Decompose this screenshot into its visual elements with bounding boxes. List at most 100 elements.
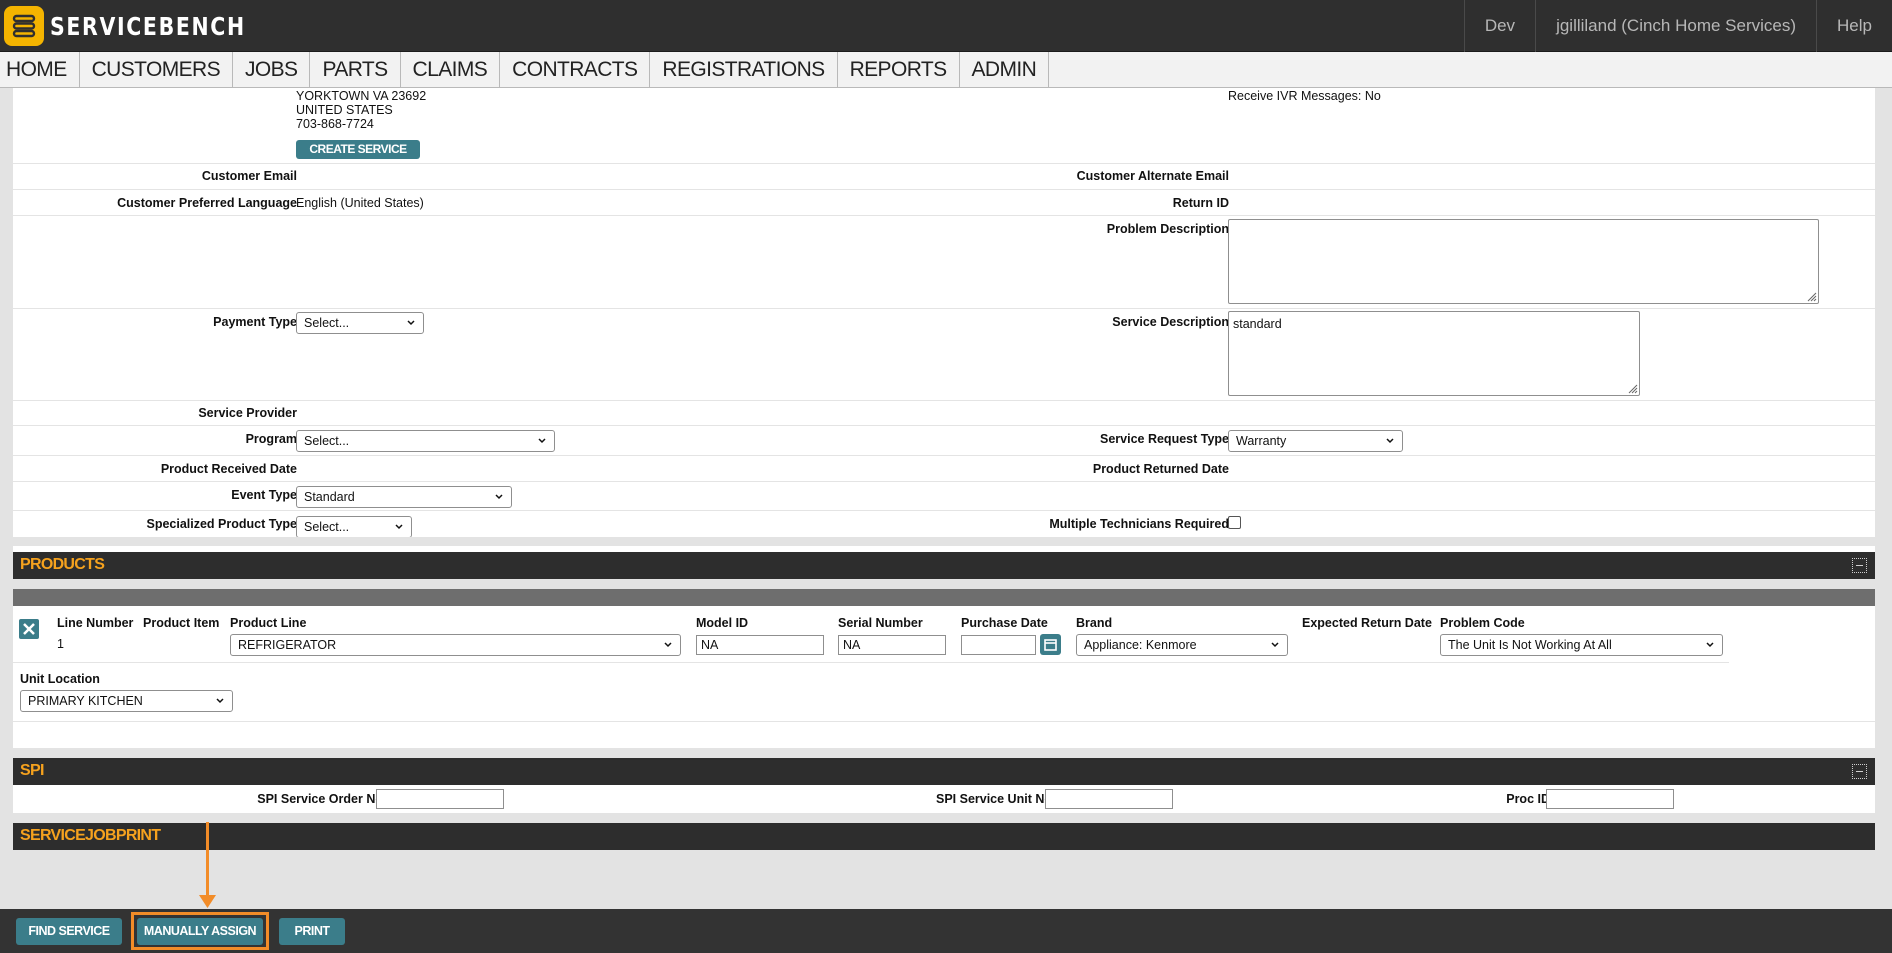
multiple-technicians-label: Multiple Technicians Required [1049, 517, 1229, 531]
unit-location-select[interactable]: PRIMARY KITCHEN [20, 690, 233, 712]
brand-header: Brand [1076, 616, 1113, 630]
product-returned-date-label: Product Returned Date [1092, 462, 1229, 476]
model-id-input[interactable]: NA [696, 635, 824, 655]
purchase-date-header: Purchase Date [961, 616, 1048, 630]
logo-icon [4, 6, 44, 46]
customer-email-label: Customer Email [201, 169, 297, 183]
calendar-icon[interactable] [1040, 634, 1061, 655]
resize-grip-icon[interactable] [1627, 383, 1638, 394]
address-line: YORKTOWN VA 23692 [296, 89, 427, 103]
program-select[interactable]: Select... [296, 430, 555, 452]
problem-description-label: Problem Description [1106, 222, 1229, 236]
spi-service-unit-no-label: SPI Service Unit No [935, 792, 1052, 806]
event-type-select[interactable]: Standard [296, 486, 512, 508]
proc-id-input[interactable] [1546, 789, 1674, 809]
customer-phone: 703-868-7724 [296, 117, 374, 131]
servicejobprint-section-header[interactable]: SERVICEJOBPRINT [13, 823, 1875, 850]
return-id-label: Return ID [1172, 196, 1229, 210]
brand-select[interactable]: Appliance: Kenmore [1076, 634, 1288, 656]
user-menu[interactable]: jgilliland (Cinch Home Services) [1535, 0, 1816, 52]
arrow-head-icon [199, 895, 216, 908]
preferred-language-label: Customer Preferred Language [117, 196, 297, 210]
env-link[interactable]: Dev [1463, 0, 1535, 52]
nav-claims[interactable]: CLAIMS [401, 52, 501, 88]
remove-product-button[interactable] [19, 619, 39, 639]
line-number-header: Line Number [57, 616, 134, 630]
resize-grip-icon[interactable] [1806, 291, 1817, 302]
service-description-textarea[interactable]: standard [1228, 311, 1640, 396]
chevron-down-icon [664, 642, 672, 648]
annotation-arrow [206, 822, 209, 899]
specialized-product-type-label: Specialized Product Type [146, 517, 297, 531]
help-link[interactable]: Help [1816, 0, 1892, 52]
chevron-down-icon [395, 524, 403, 530]
products-section-header[interactable]: PRODUCTS [13, 552, 1875, 579]
nav-customers[interactable]: CUSTOMERS [80, 52, 234, 88]
chevron-down-icon [1706, 642, 1714, 648]
spi-service-unit-no-input[interactable] [1045, 789, 1173, 809]
program-label: Program [245, 432, 297, 446]
chevron-down-icon [1271, 642, 1279, 648]
product-received-date-label: Product Received Date [160, 462, 297, 476]
preferred-language-value: English (United States) [296, 196, 424, 210]
products-subheader-bar [13, 589, 1875, 606]
expected-return-date-header: Expected Return Date [1302, 616, 1432, 630]
nav-contracts[interactable]: CONTRACTS [500, 52, 651, 88]
close-icon [23, 623, 35, 635]
find-service-button[interactable]: FIND SERVICE [16, 918, 122, 945]
serial-number-input[interactable]: NA [838, 635, 946, 655]
line-number-value: 1 [57, 637, 64, 651]
chevron-down-icon [538, 438, 546, 444]
products-title: PRODUCTS [20, 556, 105, 573]
purchase-date-input[interactable] [961, 635, 1036, 655]
customer-alt-email-label: Customer Alternate Email [1076, 169, 1229, 183]
servicejobprint-title: SERVICEJOBPRINT [20, 827, 161, 844]
nav-home[interactable]: HOME [0, 52, 80, 88]
spi-title: SPI [20, 762, 44, 779]
service-request-type-label: Service Request Type [1100, 432, 1229, 446]
action-bar: FIND SERVICE MANUALLY ASSIGN PRINT [0, 909, 1892, 953]
problem-code-header: Problem Code [1440, 616, 1525, 630]
spi-service-order-no-input[interactable] [376, 789, 504, 809]
event-type-label: Event Type [231, 488, 297, 502]
nav-registrations[interactable]: REGISTRATIONS [650, 52, 838, 88]
unit-location-header: Unit Location [20, 672, 100, 686]
top-bar: SERVICEBENCH Dev jgilliland (Cinch Home … [0, 0, 1892, 52]
nav-admin[interactable]: ADMIN [960, 52, 1050, 88]
spi-section-header[interactable]: SPI [13, 758, 1875, 785]
spi-service-order-no-label: SPI Service Order No [257, 792, 383, 806]
collapse-icon[interactable] [1852, 558, 1867, 573]
payment-type-label: Payment Type [213, 315, 297, 329]
collapse-icon[interactable] [1852, 764, 1867, 779]
problem-description-textarea[interactable] [1228, 219, 1819, 304]
service-provider-label: Service Provider [198, 406, 297, 420]
service-description-label: Service Description [1112, 315, 1229, 329]
product-item-header: Product Item [143, 616, 220, 630]
chevron-down-icon [1386, 438, 1394, 444]
print-button[interactable]: PRINT [279, 918, 345, 945]
logo-text: SERVICEBENCH [50, 11, 246, 41]
payment-type-select[interactable]: Select... [296, 312, 424, 334]
problem-code-select[interactable]: The Unit Is Not Working At All [1440, 634, 1723, 656]
model-id-header: Model ID [696, 616, 749, 630]
main-nav: HOME CUSTOMERS JOBS PARTS CLAIMS CONTRAC… [0, 52, 1892, 88]
address-country: UNITED STATES [296, 103, 393, 117]
product-line-header: Product Line [230, 616, 307, 630]
proc-id-label: Proc ID [1506, 792, 1550, 806]
multiple-technicians-checkbox[interactable] [1228, 516, 1241, 529]
manually-assign-button[interactable]: MANUALLY ASSIGN [137, 918, 263, 945]
nav-jobs[interactable]: JOBS [233, 52, 311, 88]
serial-number-header: Serial Number [838, 616, 923, 630]
ivr-messages: Receive IVR Messages: No [1228, 89, 1381, 103]
nav-parts[interactable]: PARTS [310, 52, 401, 88]
service-order-form: YORKTOWN VA 23692 UNITED STATES 703-868-… [13, 88, 1875, 908]
service-request-type-select[interactable]: Warranty [1228, 430, 1403, 452]
chevron-down-icon [495, 494, 503, 500]
servicebench-logo[interactable]: SERVICEBENCH [4, 6, 289, 46]
product-line-select[interactable]: REFRIGERATOR [230, 634, 681, 656]
create-service-order-button[interactable]: CREATE SERVICE ORDER [296, 140, 420, 175]
nav-reports[interactable]: REPORTS [838, 52, 960, 88]
specialized-product-type-select[interactable]: Select... [296, 516, 412, 538]
chevron-down-icon [407, 320, 415, 326]
chevron-down-icon [216, 698, 224, 704]
